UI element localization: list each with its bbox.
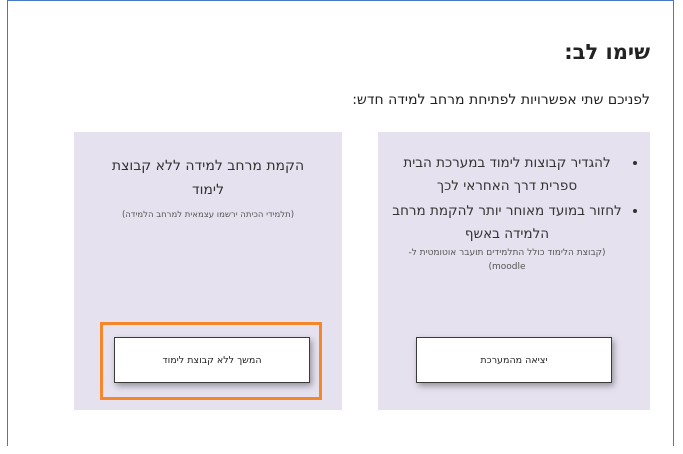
bullet-text-define-groups: להגדיר קבוצות לימוד במערכת הבית ספרית דר… (403, 155, 611, 194)
bullet-item: להגדיר קבוצות לימוד במערכת הבית ספרית דר… (392, 152, 622, 198)
notice-title: שימו לב: (564, 40, 650, 64)
notice-subtitle: לפניכם שתי אפשרויות לפתיחת מרחב למידה חד… (352, 92, 650, 108)
exit-system-button[interactable]: יציאה מהמערכת (416, 337, 612, 383)
highlight-box (100, 322, 322, 400)
option-exit-note: (קבוצת הלימוד כולל התלמידים תועבר אוטומט… (408, 248, 606, 272)
option-continue-heading: הקמת מרחב למידה ללא קבוצת לימוד (111, 158, 305, 198)
option-card-exit: להגדיר קבוצות לימוד במערכת הבית ספרית דר… (378, 132, 650, 410)
option-continue-note: (תלמידי הכיתה ירשמו עצמאית למרחב הלמידה) (121, 210, 295, 220)
option-exit-bullets: להגדיר קבוצות לימוד במערכת הבית ספרית דר… (392, 152, 640, 276)
bullet-text-return-later: לחזור במועד מאוחר יותר להקמת מרחב הלמידה… (392, 203, 622, 242)
bullet-item: לחזור במועד מאוחר יותר להקמת מרחב הלמידה… (392, 200, 622, 274)
